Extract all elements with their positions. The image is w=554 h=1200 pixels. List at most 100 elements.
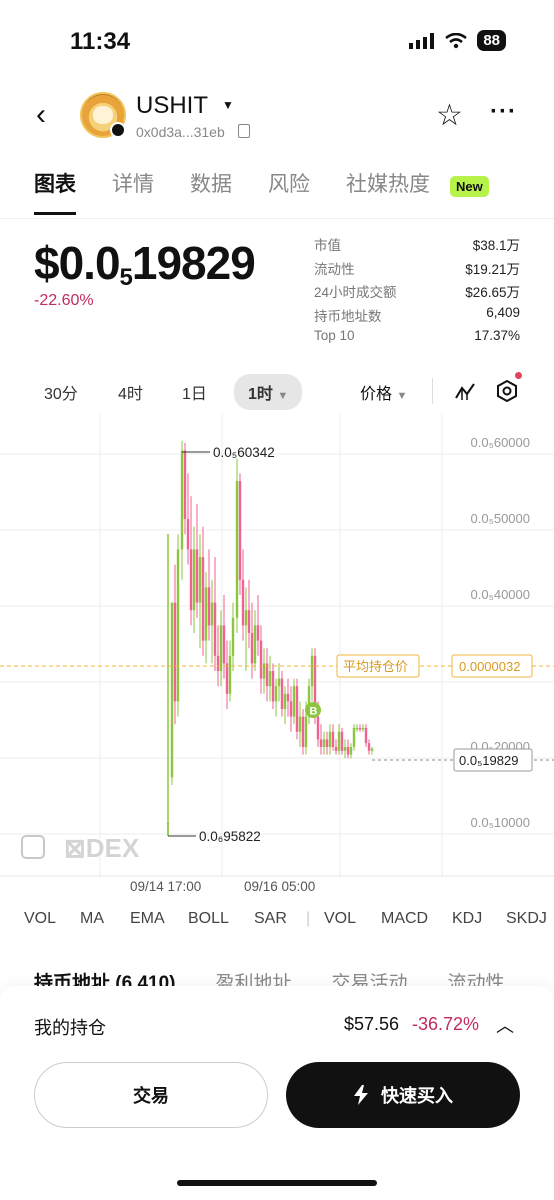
- avg-price-label: 平均持仓价: [343, 660, 408, 675]
- candle-body: [280, 678, 284, 709]
- candle-body: [195, 549, 199, 603]
- x-tick-label: 09/14 17:00: [130, 879, 201, 894]
- candle-body: [274, 686, 278, 702]
- stat-value: $19.21万: [465, 261, 520, 277]
- stat-label: Top 10: [314, 328, 355, 343]
- interval-1d[interactable]: 1日: [182, 380, 207, 404]
- stat-row: 市值 $38.1万: [314, 234, 520, 258]
- candle-body: [331, 731, 335, 747]
- indicator-vol[interactable]: VOL: [24, 910, 56, 928]
- token-address: 0x0d3a...31eb: [136, 124, 225, 140]
- y-tick-label: 0.0₅50000: [471, 511, 530, 526]
- candle-body: [170, 602, 174, 778]
- bottom-panel: 我的持仓 $57.56 -36.72% ︿ 交易 快速买入: [0, 986, 554, 1200]
- candle-body: [250, 633, 254, 664]
- my-holding-change: -36.72%: [412, 1014, 480, 1034]
- stat-label: 24小时成交额: [314, 285, 397, 300]
- candle-body: [192, 549, 196, 611]
- interval-4h[interactable]: 4时: [118, 380, 143, 404]
- candle-body: [319, 739, 323, 747]
- y-tick-label: 0.0₅10000: [471, 815, 530, 830]
- candle-body: [225, 663, 229, 694]
- candle-body: [213, 602, 217, 656]
- candle-body: [186, 519, 190, 550]
- stat-label: 流动性: [314, 261, 355, 277]
- candle-body: [298, 716, 302, 732]
- candle-body: [277, 678, 281, 687]
- tab-risk[interactable]: 风险: [268, 168, 310, 214]
- candle-body: [247, 610, 251, 633]
- indicator-sar[interactable]: SAR: [254, 910, 287, 928]
- candle-body: [349, 747, 353, 755]
- candle-body: [180, 450, 184, 550]
- tab-chart[interactable]: 图表: [34, 168, 76, 215]
- indicator-macd[interactable]: MACD: [381, 910, 428, 928]
- quick-buy-button[interactable]: 快速买入: [286, 1062, 520, 1128]
- candle-body: [334, 747, 338, 751]
- stat-row: Top 10 17.37%: [314, 328, 520, 352]
- candle-body: [204, 587, 208, 641]
- chart-canvas[interactable]: 0.0₅600000.0₅500000.0₅400000.0₅200000.0₅…: [0, 414, 554, 904]
- interval-1h[interactable]: 1时 ▼: [234, 374, 303, 410]
- candle-body: [292, 686, 296, 717]
- indicator-vol-sub[interactable]: VOL: [324, 910, 356, 928]
- main-tabs: 图表 详情 数据 风险 社媒热度: [34, 168, 466, 218]
- my-holding-value: $57.56: [344, 1014, 400, 1034]
- tab-social[interactable]: 社媒热度: [346, 168, 430, 214]
- candle-body: [176, 549, 180, 702]
- candle-body: [304, 716, 308, 747]
- home-indicator: [177, 1180, 377, 1186]
- candle-body: [337, 731, 341, 751]
- indicator-skdj[interactable]: SKDJ: [506, 910, 547, 928]
- candle-body: [238, 481, 242, 580]
- price-dropdown[interactable]: 价格 ▼: [360, 380, 407, 404]
- y-tick-label: 0.0₅40000: [471, 587, 530, 602]
- quick-buy-label: 快速买入: [381, 1086, 453, 1106]
- new-badge: New: [450, 176, 489, 197]
- tab-data[interactable]: 数据: [190, 168, 232, 214]
- status-bar: 11:34 88: [0, 0, 554, 80]
- candle-body: [325, 739, 329, 747]
- stat-row: 持币地址数 6,409: [314, 305, 520, 329]
- watermark-text: ⊠DEX: [64, 833, 140, 863]
- candle-body: [316, 716, 320, 740]
- copy-icon[interactable]: [238, 124, 250, 138]
- candle-body: [283, 693, 287, 709]
- candle-body: [322, 739, 326, 747]
- favorite-star-icon[interactable]: ☆: [436, 98, 463, 133]
- caret-down-icon[interactable]: ▼: [222, 98, 234, 112]
- candle-body: [216, 655, 220, 671]
- back-arrow-icon[interactable]: ‹: [36, 98, 46, 132]
- expand-icon: [21, 835, 45, 859]
- candle-body: [289, 701, 293, 717]
- status-icons: 88: [409, 30, 506, 51]
- indicator-chart-icon[interactable]: [454, 380, 476, 402]
- candle-body: [241, 579, 245, 626]
- candle-body: [259, 640, 263, 679]
- divider: |: [306, 910, 311, 927]
- indicator-kdj[interactable]: KDJ: [452, 910, 482, 928]
- price-chart[interactable]: 0.0₅60000 0.0₅50000 0.0₅40000 0.0₅20000 0.0₅…: [0, 414, 554, 904]
- buy-marker-label: B: [310, 706, 318, 718]
- trade-button[interactable]: 交易: [34, 1062, 268, 1128]
- candle-body: [183, 450, 187, 519]
- low-price-label: 0.0₆95822: [199, 829, 261, 844]
- candle-body: [370, 748, 374, 751]
- indicator-tabs: VOL MA EMA BOLL SAR | VOL MACD KDJ SKDJ: [0, 908, 554, 934]
- interval-30m[interactable]: 30分: [44, 380, 78, 404]
- tab-details[interactable]: 详情: [112, 168, 154, 214]
- wifi-icon: [445, 32, 468, 48]
- indicator-ema[interactable]: EMA: [130, 910, 165, 928]
- stat-value: $38.1万: [472, 238, 520, 253]
- candle-body: [207, 587, 211, 626]
- candle-body: [235, 481, 239, 618]
- more-options-icon[interactable]: ···: [490, 98, 517, 126]
- candle-body: [253, 625, 257, 664]
- indicator-boll[interactable]: BOLL: [188, 910, 229, 928]
- chevron-up-icon[interactable]: ︿: [496, 1012, 514, 1038]
- indicator-ma[interactable]: MA: [80, 910, 104, 928]
- settings-gear-icon[interactable]: [496, 380, 518, 402]
- token-name[interactable]: USHIT: [136, 92, 208, 120]
- candle-body: [340, 731, 344, 751]
- price-change: -22.60%: [34, 292, 94, 309]
